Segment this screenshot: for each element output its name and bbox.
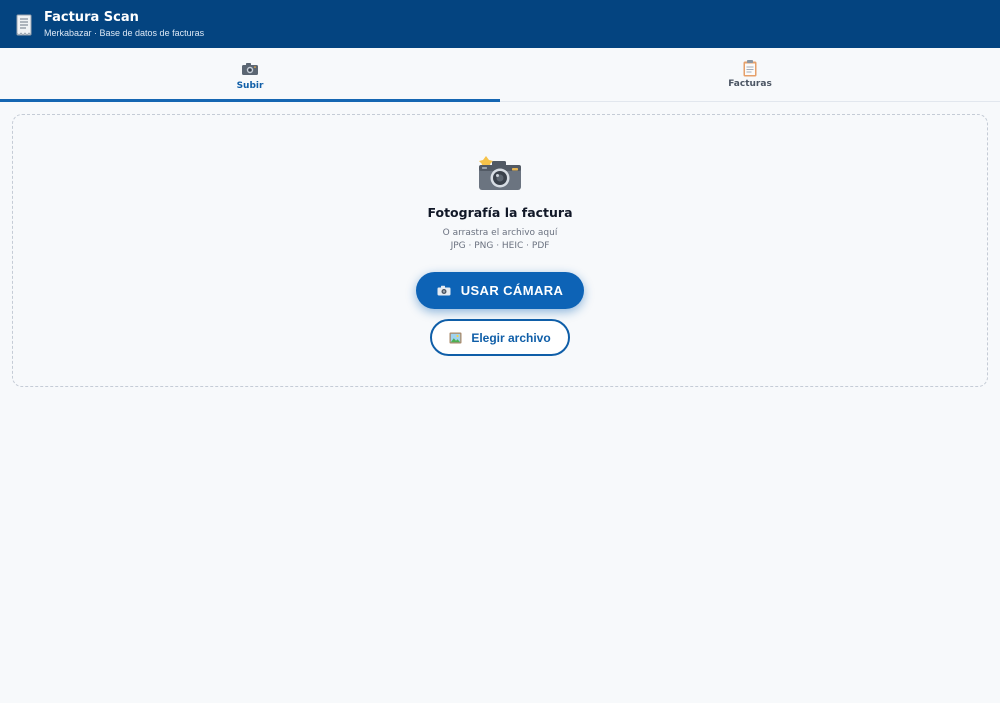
receipt-icon bbox=[16, 14, 32, 36]
upload-title: Fotografía la factura bbox=[427, 205, 573, 220]
tab-facturas[interactable]: Facturas bbox=[500, 48, 1000, 101]
camera-flash-icon bbox=[479, 156, 521, 190]
upload-hint: O arrastra el archivo aquí bbox=[442, 228, 558, 238]
choose-file-button[interactable]: Elegir archivo bbox=[430, 319, 570, 356]
use-camera-label: USAR CÁMARA bbox=[460, 283, 564, 298]
app-title: Factura Scan bbox=[44, 10, 139, 25]
clipboard-icon bbox=[743, 60, 757, 77]
app-header: Factura Scan Merkabazar · Base de datos … bbox=[0, 0, 1000, 48]
picture-icon bbox=[449, 332, 462, 343]
app-subtitle: Merkabazar · Base de datos de facturas bbox=[44, 28, 205, 38]
tab-subir[interactable]: Subir bbox=[0, 48, 500, 102]
use-camera-button[interactable]: USAR CÁMARA bbox=[416, 272, 584, 309]
camera-icon bbox=[437, 285, 451, 296]
tab-label: Subir bbox=[236, 81, 264, 91]
upload-formats: JPG · PNG · HEIC · PDF bbox=[450, 241, 550, 251]
tab-bar: Subir Facturas bbox=[0, 48, 1000, 102]
header-text: Factura Scan Merkabazar · Base de datos … bbox=[44, 10, 204, 39]
choose-file-label: Elegir archivo bbox=[471, 330, 551, 345]
camera-icon bbox=[242, 63, 258, 75]
tab-label: Facturas bbox=[728, 79, 772, 89]
